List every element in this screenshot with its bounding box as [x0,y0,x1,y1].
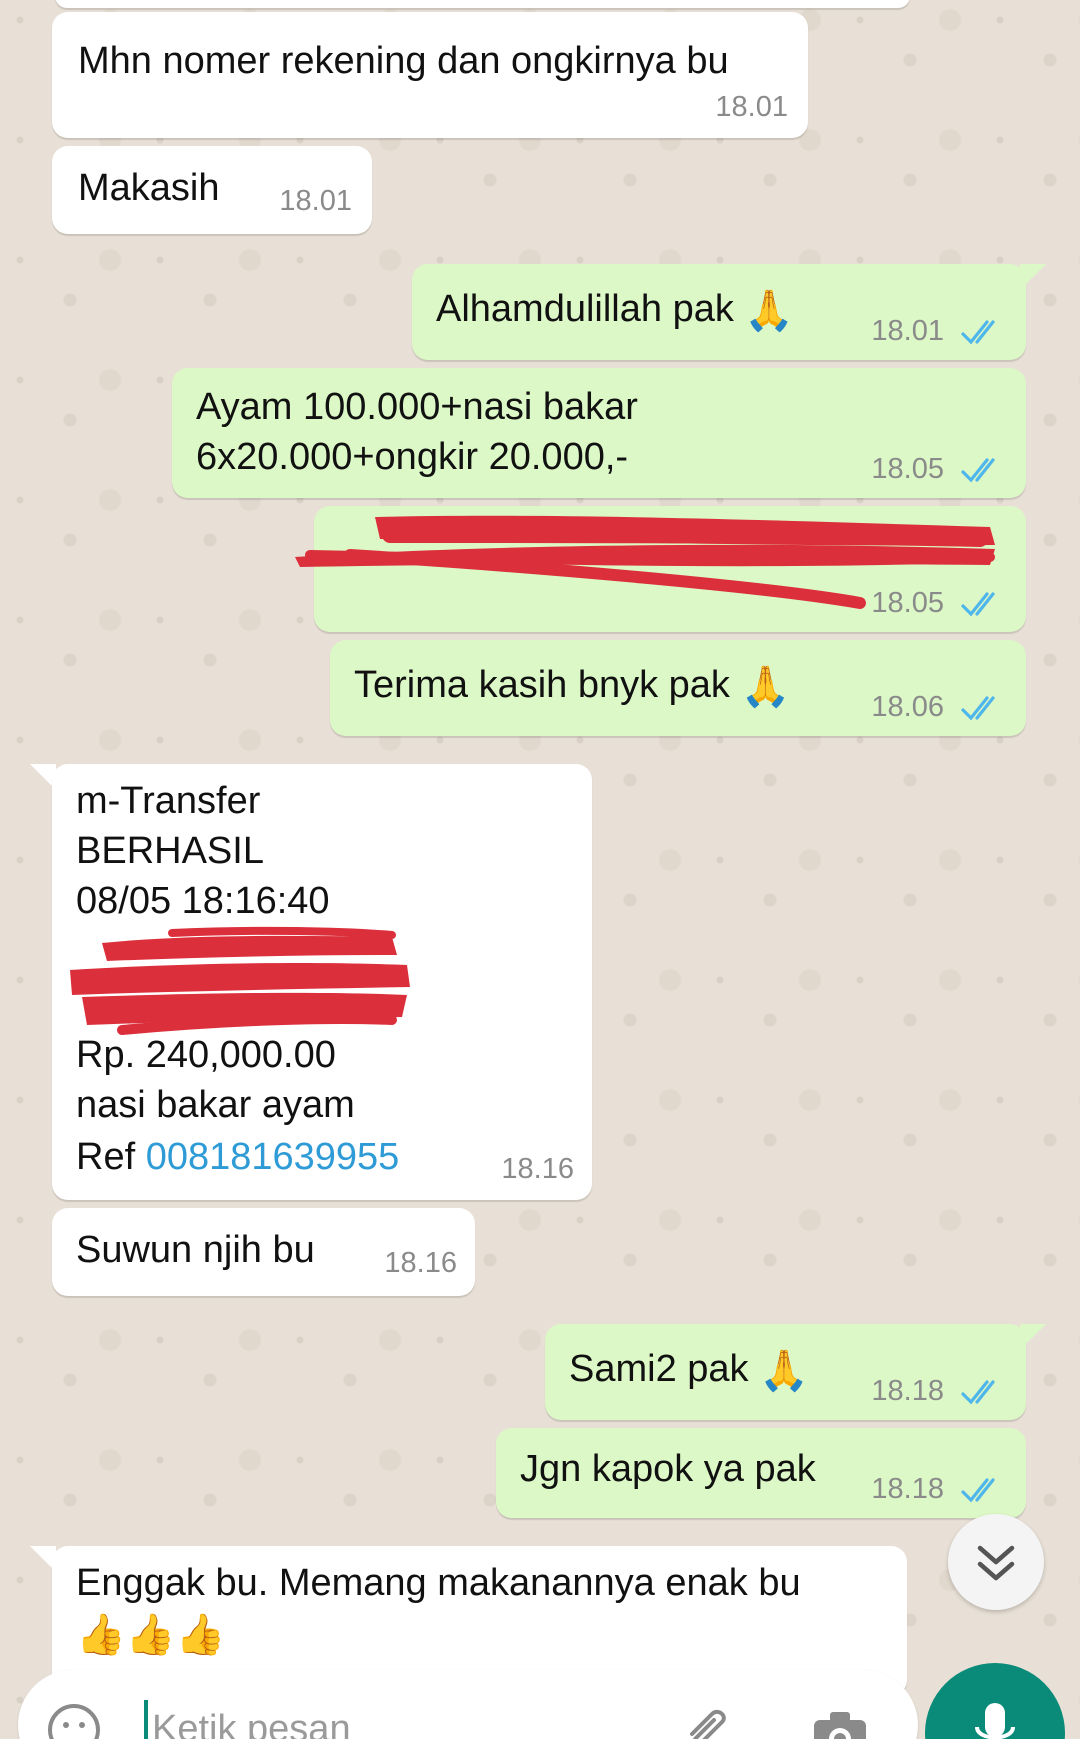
message-time: 18.16 [384,1247,457,1279]
message-text-line: Ref 008181639955 [76,1132,399,1182]
text-cursor [144,1700,148,1739]
chat-background: Mhn nomer rekening dan ongkirnya bu 18.0… [0,0,1080,1739]
message-composer[interactable]: Ketik pesan [18,1670,918,1739]
message-bubble-outgoing[interactable]: Terima kasih bnyk pak 🙏 18.06 [330,640,1026,736]
message-time: 18.18 [871,1473,944,1505]
voice-record-button[interactable] [925,1663,1065,1739]
message-text-content: Sami2 pak [569,1348,749,1390]
message-text-line: Ayam 100.000+nasi bakar [196,386,638,428]
message-text-line: m-Transfer [76,780,261,822]
double-check-icon [961,696,995,721]
message-text: Makasih [78,167,220,209]
paperclip-icon[interactable] [680,1704,736,1739]
message-time: 18.01 [871,315,944,347]
folded-hands-emoji: 🙏 [759,1348,809,1393]
message-bubble-outgoing[interactable]: Alhamdulillah pak 🙏 18.01 [412,264,1026,360]
message-text: Mhn nomer rekening dan ongkirnya bu [78,40,729,82]
message-time: 18.06 [871,691,944,723]
message-time: 18.01 [715,91,788,123]
message-time: 18.01 [279,185,352,217]
folded-hands-emoji: 🙏 [740,664,791,709]
redaction-scribble [295,515,995,609]
message-text: Sami2 pak 🙏 [569,1344,809,1394]
ref-number-link[interactable]: 008181639955 [146,1136,400,1178]
message-text: Enggak bu. Memang makanannya enak bu [76,1562,801,1604]
message-bubble-partial [55,0,910,8]
message-bubble-outgoing[interactable]: Ayam 100.000+nasi bakar 6x20.000+ongkir … [172,368,1026,498]
thumbs-up-emojis: 👍👍👍 [76,1613,226,1657]
message-time: 18.18 [871,1375,944,1407]
message-text: Alhamdulillah pak 🙏 [436,284,794,334]
scroll-to-bottom-button[interactable] [948,1514,1044,1610]
message-input[interactable]: Ketik pesan [152,1708,351,1739]
bubble-tail [1020,264,1046,290]
double-check-icon [961,1478,995,1503]
message-time: 18.16 [501,1153,574,1185]
double-check-icon [961,458,995,483]
message-bubble-incoming[interactable]: Mhn nomer rekening dan ongkirnya bu 18.0… [52,12,808,138]
message-text-line: nasi bakar ayam [76,1084,355,1126]
camera-icon[interactable] [810,1706,870,1739]
message-bubble-outgoing[interactable]: Jgn kapok ya pak 18.18 [496,1428,1026,1518]
message-bubble-outgoing[interactable]: Sami2 pak 🙏 18.18 [545,1324,1026,1420]
message-text: Suwun njih bu [76,1229,315,1271]
message-time: 18.05 [871,453,944,485]
message-text-line: 6x20.000+ongkir 20.000,- [196,436,629,478]
redaction-scribble [70,926,410,1035]
message-text: Terima kasih bnyk pak 🙏 [354,660,790,710]
message-bubble-incoming[interactable]: Makasih 18.01 [52,146,372,234]
bubble-tail [1020,1324,1046,1350]
emoji-icon[interactable] [46,1702,102,1739]
message-bubble-incoming[interactable]: Suwun njih bu 18.16 [52,1208,475,1296]
ref-label: Ref [76,1136,136,1178]
message-text-content: Alhamdulillah pak [436,288,734,330]
message-text-line: BERHASIL [76,830,264,872]
chevron-double-down-icon [977,1545,1015,1581]
folded-hands-emoji: 🙏 [744,288,795,333]
double-check-icon [961,1380,995,1405]
double-check-icon [961,320,995,345]
message-text: Jgn kapok ya pak [520,1448,816,1490]
message-text-line: 08/05 18:16:40 [76,880,330,922]
message-text-content: Terima kasih bnyk pak [354,664,730,706]
microphone-icon [975,1703,1015,1739]
